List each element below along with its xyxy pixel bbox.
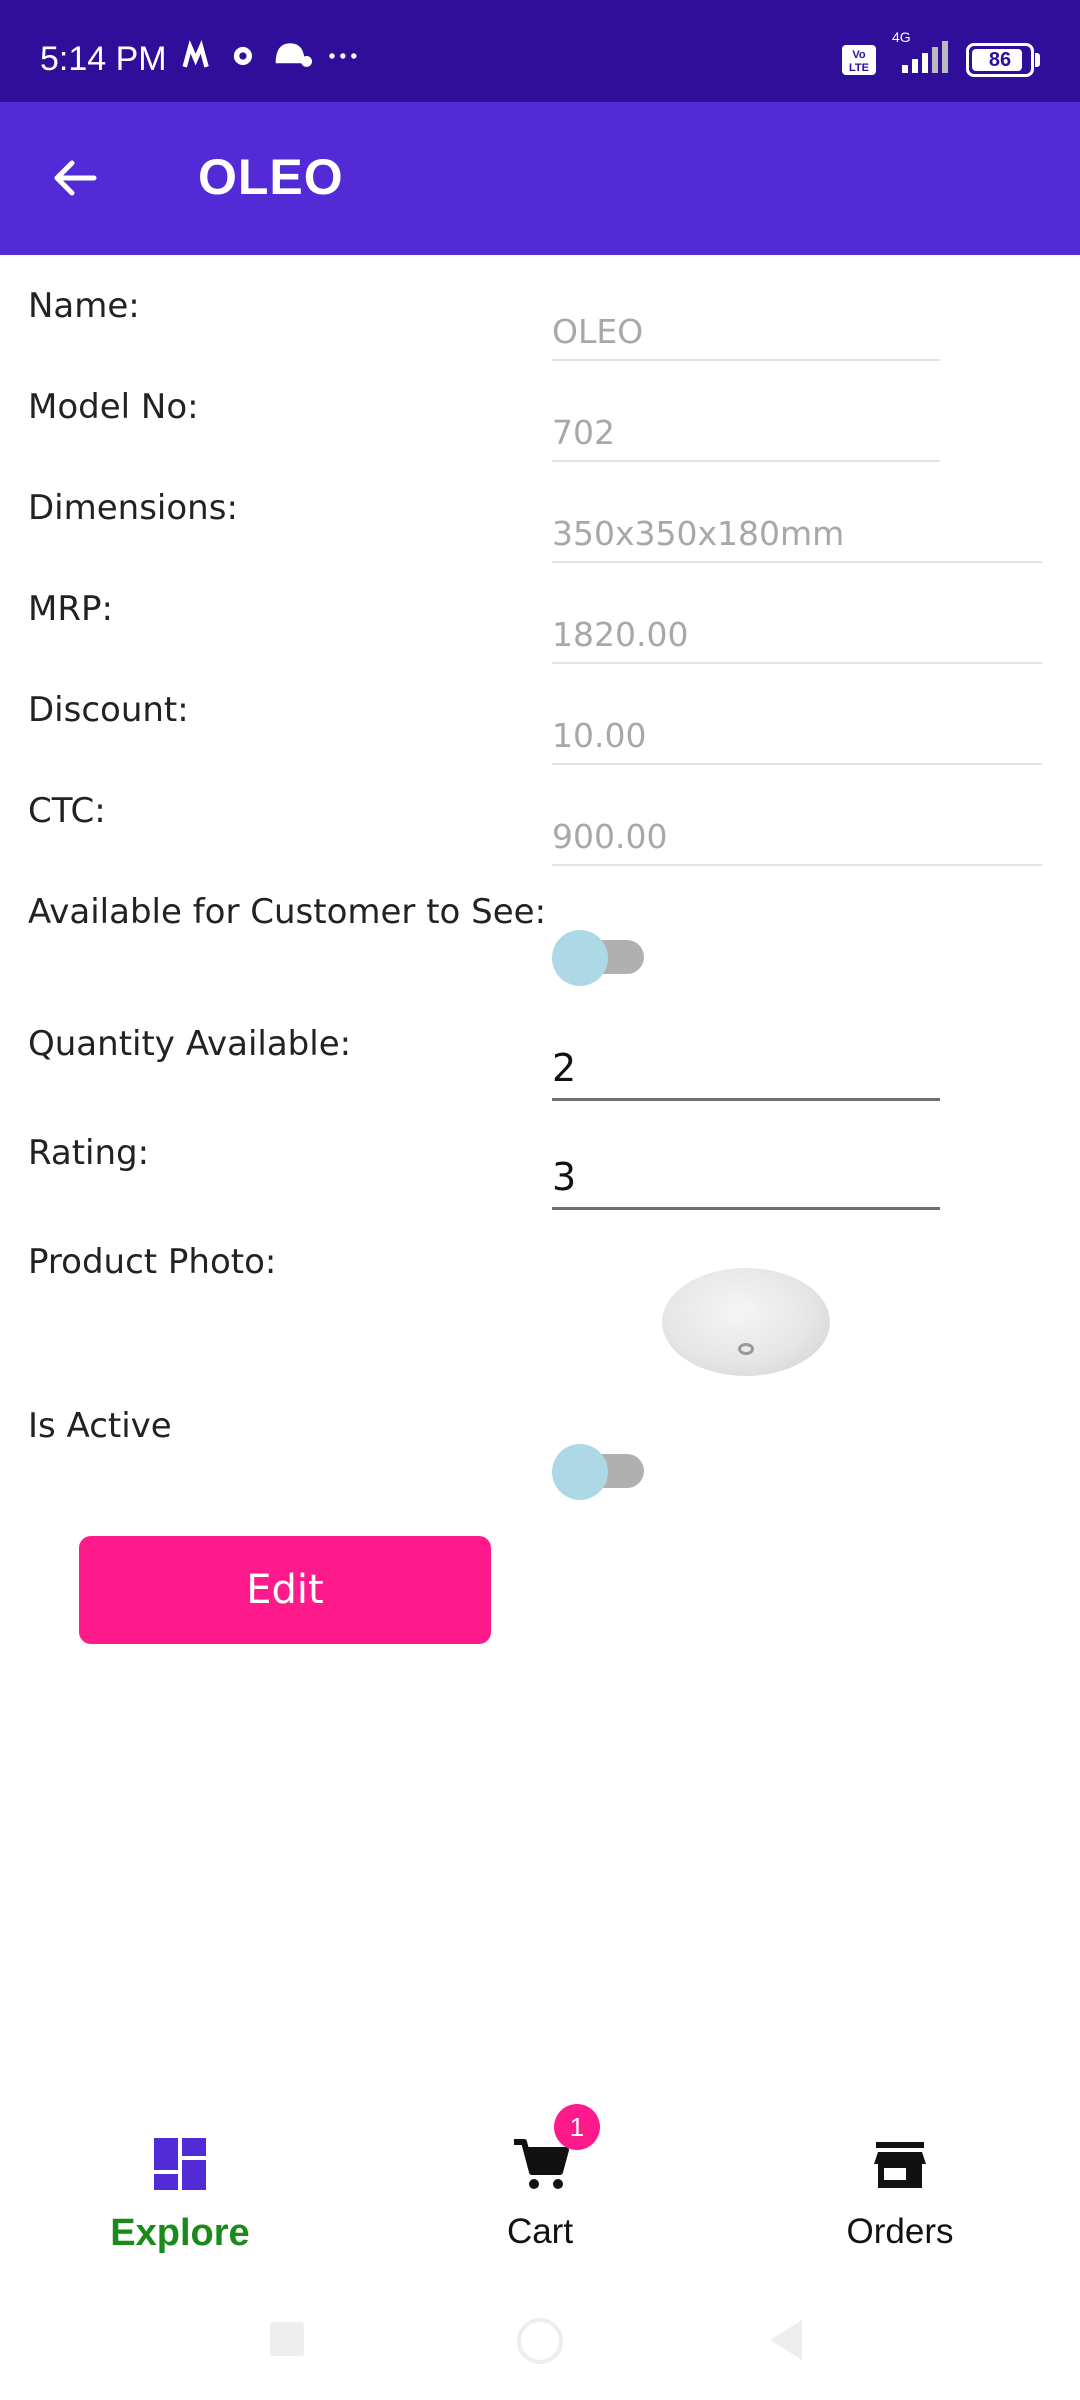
model-field: 702 bbox=[552, 413, 940, 462]
edit-button[interactable]: Edit bbox=[79, 1536, 491, 1644]
cart-badge: 1 bbox=[554, 2104, 600, 2150]
bottom-navigation: Explore 1 Cart Orders bbox=[0, 2090, 1080, 2270]
product-photo[interactable] bbox=[662, 1268, 830, 1376]
nav-explore[interactable]: Explore bbox=[0, 2090, 360, 2270]
ctc-field: 900.00 bbox=[552, 817, 1042, 866]
quantity-label: Quantity Available: bbox=[28, 1024, 352, 1064]
name-label: Name: bbox=[28, 286, 140, 326]
discount-label: Discount: bbox=[28, 690, 189, 730]
active-label: Is Active bbox=[28, 1406, 172, 1446]
volte-icon: Vo LTE bbox=[842, 45, 876, 75]
name-field: OLEO bbox=[552, 312, 940, 361]
network-type: 4G bbox=[892, 29, 911, 45]
back-arrow-icon[interactable] bbox=[44, 147, 106, 209]
model-label: Model No: bbox=[28, 387, 199, 427]
rating-input[interactable]: 3 bbox=[552, 1155, 940, 1210]
rating-label: Rating: bbox=[28, 1133, 150, 1173]
page-title: OLEO bbox=[198, 149, 344, 205]
status-right: Vo LTE 4G 86 bbox=[842, 29, 1040, 80]
photo-label: Product Photo: bbox=[28, 1242, 277, 1282]
home-icon[interactable] bbox=[517, 2318, 563, 2364]
notification-icons bbox=[182, 40, 357, 68]
app-bar: OLEO bbox=[0, 102, 1080, 255]
available-label: Available for Customer to See: bbox=[28, 892, 547, 932]
ctc-label: CTC: bbox=[28, 791, 106, 831]
battery-icon: 86 bbox=[966, 43, 1040, 77]
available-toggle[interactable] bbox=[552, 924, 644, 986]
cart-icon-wrap: 1 bbox=[510, 2104, 600, 2194]
dashboard-icon bbox=[154, 2138, 206, 2190]
status-time: 5:14 PM bbox=[40, 40, 167, 78]
status-bar: 5:14 PM Vo LTE 4G 86 bbox=[0, 0, 1080, 102]
discount-field: 10.00 bbox=[552, 716, 1042, 765]
mrp-label: MRP: bbox=[28, 589, 113, 629]
nav-explore-label: Explore bbox=[110, 2212, 250, 2254]
dimensions-label: Dimensions: bbox=[28, 488, 238, 528]
svg-text:Vo: Vo bbox=[852, 49, 866, 61]
nav-orders-label: Orders bbox=[846, 2212, 954, 2251]
active-toggle[interactable] bbox=[552, 1438, 644, 1500]
quantity-input[interactable]: 2 bbox=[552, 1046, 940, 1101]
nav-cart[interactable]: 1 Cart bbox=[360, 2090, 720, 2270]
system-navigation bbox=[0, 2300, 1080, 2400]
nav-cart-label: Cart bbox=[506, 2212, 574, 2251]
mrp-field: 1820.00 bbox=[552, 615, 1042, 664]
store-icon bbox=[874, 2142, 926, 2188]
system-back-icon[interactable] bbox=[770, 2320, 802, 2360]
photo-drain bbox=[738, 1343, 754, 1355]
signal-group: 4G bbox=[888, 29, 952, 79]
signal-icon bbox=[902, 41, 948, 73]
toggle-thumb bbox=[552, 930, 608, 986]
toggle-thumb bbox=[552, 1444, 608, 1500]
battery-level: 86 bbox=[988, 48, 1012, 71]
svg-text:LTE: LTE bbox=[849, 62, 869, 74]
nav-orders[interactable]: Orders bbox=[720, 2090, 1080, 2270]
dimensions-field: 350x350x180mm bbox=[552, 514, 1042, 563]
recents-icon[interactable] bbox=[270, 2322, 304, 2356]
